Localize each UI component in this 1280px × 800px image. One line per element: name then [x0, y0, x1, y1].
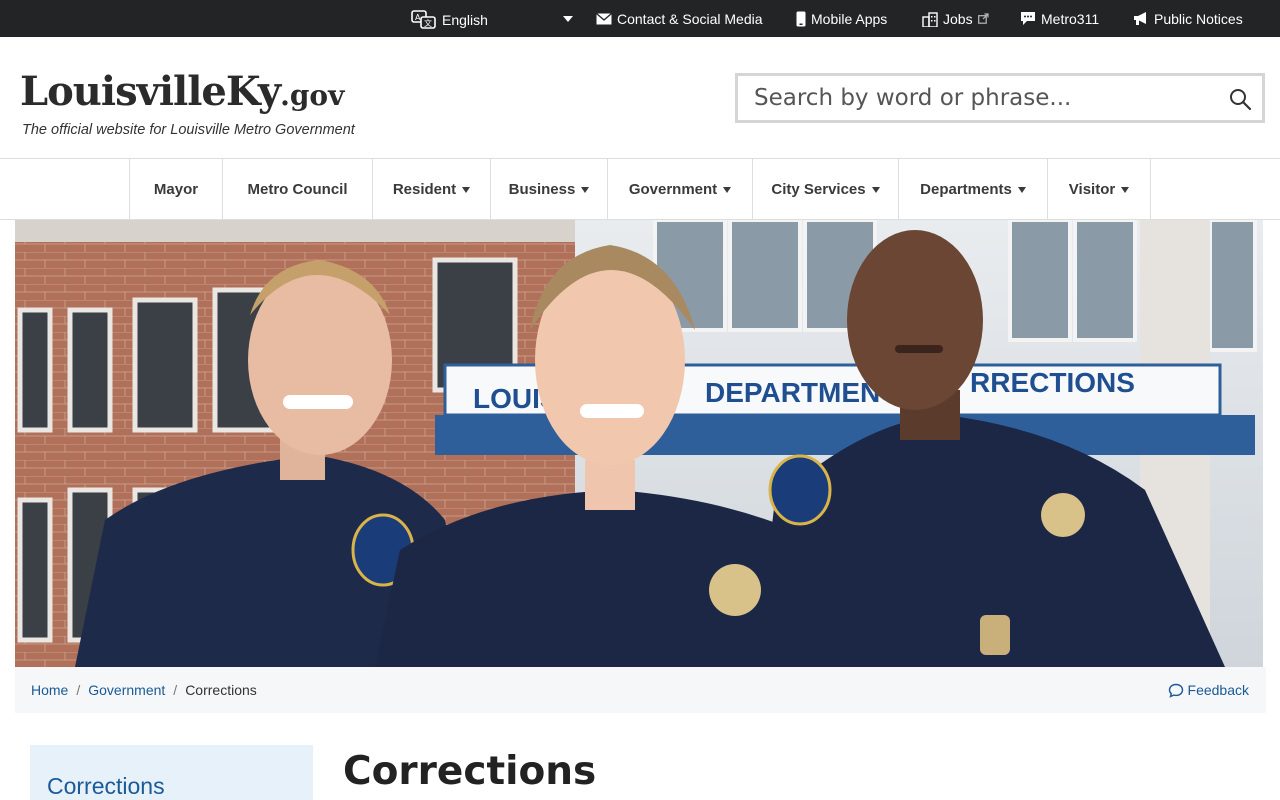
hero-image: LOUISV DEPARTMEN RRECTIONS — [15, 220, 1263, 667]
caret-down-icon — [1017, 187, 1026, 193]
corrections-officers-photo: LOUISV DEPARTMEN RRECTIONS — [15, 220, 1263, 667]
breadcrumb-separator: / — [173, 682, 178, 698]
feedback-label: Feedback — [1187, 682, 1249, 698]
sign-text-mid: DEPARTMEN — [705, 377, 880, 408]
breadcrumb-government[interactable]: Government — [88, 682, 165, 698]
nav-item-visitor[interactable]: Visitor — [1048, 159, 1151, 220]
contact-social-label: Contact & Social Media — [617, 10, 763, 27]
language-label: English — [442, 11, 488, 28]
jobs-link[interactable]: Jobs — [922, 0, 989, 37]
breadcrumb-bar: Home / Government / Corrections Feedback — [15, 667, 1266, 713]
jobs-label: Jobs — [943, 10, 973, 27]
logo-tld-text: .gov — [280, 79, 345, 112]
breadcrumb-home[interactable]: Home — [31, 682, 68, 698]
section-sidebar: Corrections — [30, 745, 313, 800]
metro311-label: Metro311 — [1041, 10, 1100, 27]
envelope-icon — [596, 12, 612, 24]
nav-item-label: Departments — [920, 181, 1012, 198]
caret-down-icon — [462, 187, 471, 193]
nav-item-label: Government — [628, 181, 718, 198]
utility-bar: A 文 English Contact & Social Media Mobil… — [0, 0, 1280, 37]
nav-item-city-services[interactable]: City Services — [753, 159, 899, 220]
chat-icon — [1021, 12, 1035, 25]
megaphone-icon — [1134, 12, 1146, 25]
caret-down-icon — [723, 187, 732, 193]
nav-item-label: Metro Council — [247, 181, 348, 198]
nav-item-mayor[interactable]: Mayor — [129, 159, 223, 220]
nav-item-label: Mayor — [153, 181, 199, 198]
nav-item-label: Resident — [392, 181, 457, 198]
external-link-icon — [977, 13, 989, 24]
search-input[interactable] — [738, 76, 1208, 120]
sign-text-right: RRECTIONS — [970, 367, 1135, 398]
main-nav: Mayor Metro Council Resident Business Go… — [0, 158, 1280, 220]
nav-item-departments[interactable]: Departments — [899, 159, 1048, 220]
breadcrumb-current: Corrections — [185, 682, 257, 698]
buildings-icon — [922, 11, 938, 27]
feedback-link[interactable]: Feedback — [1168, 667, 1249, 713]
nav-item-resident[interactable]: Resident — [373, 159, 491, 220]
phone-icon — [796, 11, 806, 26]
language-selector[interactable]: A 文 English — [411, 0, 573, 37]
metro311-link[interactable]: Metro311 — [1020, 0, 1099, 37]
nav-item-business[interactable]: Business — [491, 159, 608, 220]
search-icon[interactable] — [1228, 87, 1252, 111]
logo-main-text: LouisvilleKy — [20, 68, 281, 115]
caret-down-icon — [871, 187, 880, 193]
comment-icon — [1168, 683, 1183, 698]
mobile-apps-label: Mobile Apps — [811, 10, 888, 27]
page-title: Corrections — [343, 749, 597, 794]
contact-social-link[interactable]: Contact & Social Media — [596, 0, 763, 37]
chevron-down-icon — [563, 15, 573, 22]
translate-icon: A 文 — [411, 9, 436, 29]
sidebar-title-link[interactable]: Corrections — [47, 773, 165, 800]
site-tagline: The official website for Louisville Metr… — [22, 122, 355, 138]
svg-text:文: 文 — [424, 18, 432, 28]
nav-item-label: Visitor — [1068, 181, 1116, 198]
nav-item-label: Business — [508, 181, 576, 198]
search-box — [735, 73, 1265, 123]
svg-text:A: A — [415, 13, 421, 22]
breadcrumb: Home / Government / Corrections — [31, 667, 257, 713]
nav-item-metro-council[interactable]: Metro Council — [223, 159, 373, 220]
caret-down-icon — [581, 187, 590, 193]
public-notices-link[interactable]: Public Notices — [1133, 0, 1243, 37]
public-notices-label: Public Notices — [1154, 10, 1243, 27]
mobile-apps-link[interactable]: Mobile Apps — [796, 0, 887, 37]
nav-item-government[interactable]: Government — [608, 159, 753, 220]
caret-down-icon — [1121, 187, 1130, 193]
breadcrumb-separator: / — [76, 682, 81, 698]
site-logo[interactable]: LouisvilleKy.gov — [20, 68, 344, 115]
nav-item-label: City Services — [771, 181, 866, 198]
